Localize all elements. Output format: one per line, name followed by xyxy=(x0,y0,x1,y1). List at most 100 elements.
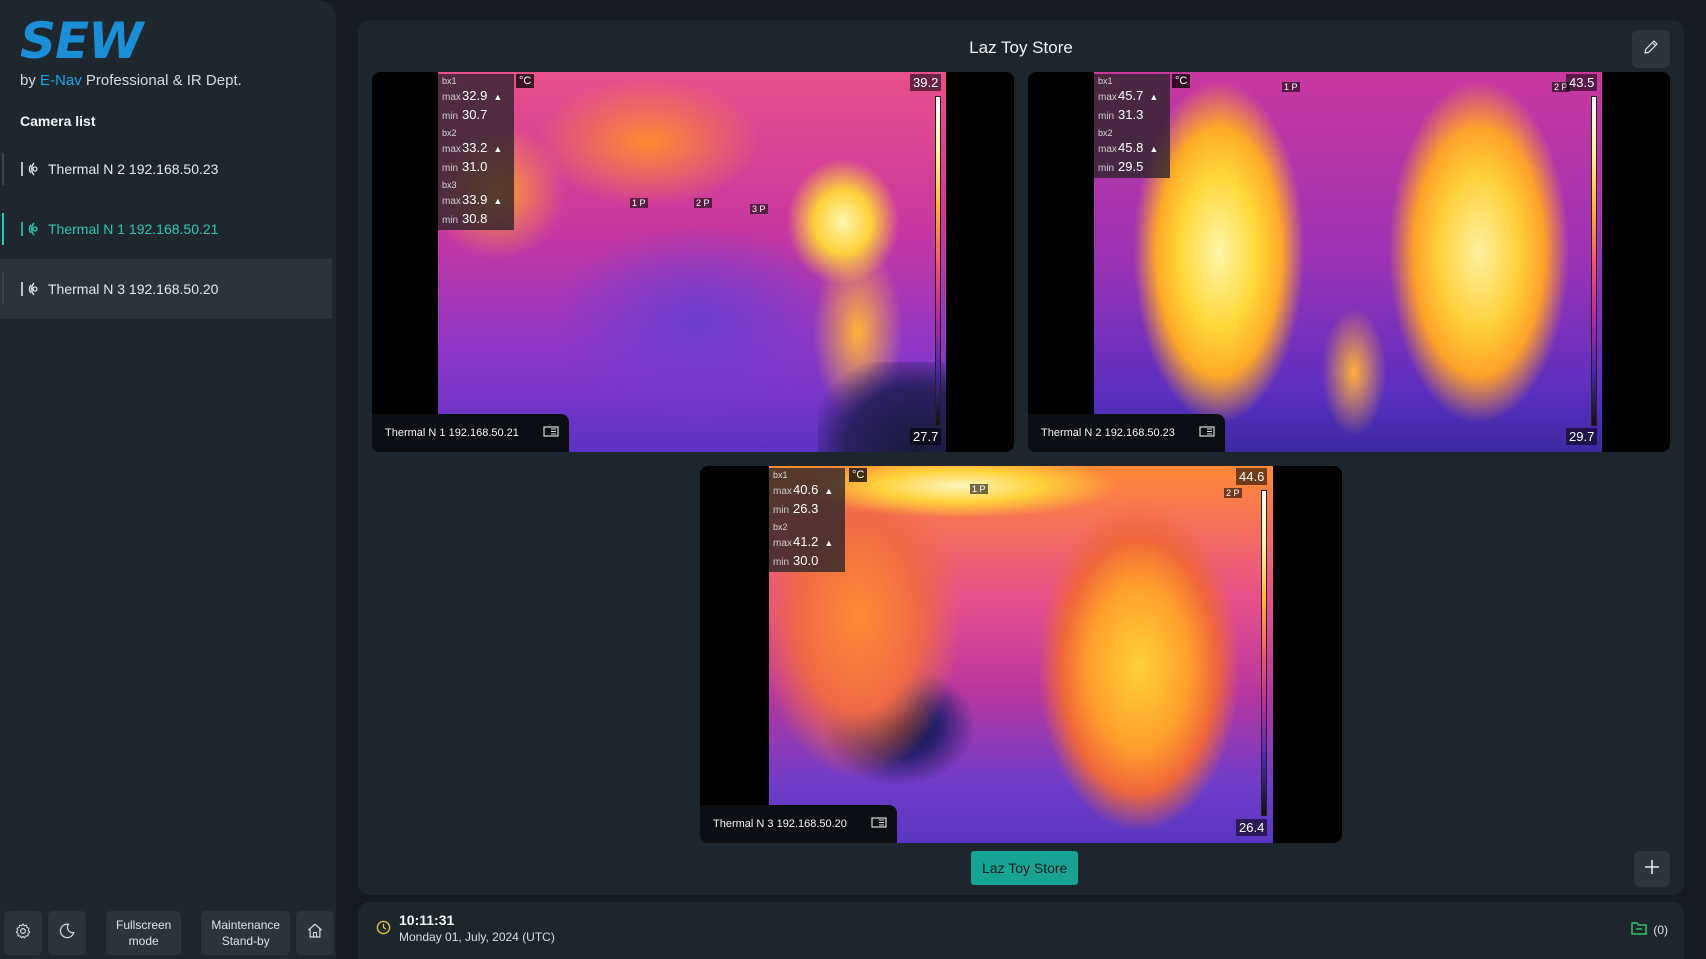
screen-icon[interactable] xyxy=(1199,425,1215,441)
max-value: 41.2 xyxy=(793,534,819,549)
sidebar: SEW by E-Nav Professional & IR Dept. Cam… xyxy=(0,0,336,959)
min-value: 30.8 xyxy=(462,211,488,226)
tile-label: Thermal N 3 192.168.50.20 xyxy=(700,805,897,843)
fullscreen-label-1: Fullscreen xyxy=(116,918,172,932)
night-mode-button[interactable] xyxy=(48,911,86,955)
camera-label: Thermal N 1 192.168.50.21 xyxy=(48,221,219,237)
min-key: min xyxy=(773,557,790,568)
screen-icon[interactable] xyxy=(871,816,887,832)
camera-list-item-selected[interactable]: Thermal N 3 192.168.50.20 xyxy=(0,259,332,319)
settings-button[interactable] xyxy=(4,911,42,955)
max-key: max xyxy=(442,144,461,155)
min-value: 26.3 xyxy=(793,501,819,516)
add-button[interactable] xyxy=(1634,851,1670,887)
max-value: 33.2 xyxy=(462,140,488,155)
gear-icon xyxy=(14,922,32,945)
fullscreen-mode-button[interactable]: Fullscreen mode xyxy=(106,911,182,955)
camera-label: Thermal N 3 192.168.50.20 xyxy=(48,281,219,297)
min-value: 30.0 xyxy=(793,553,819,568)
min-value: 31.0 xyxy=(462,159,488,174)
unit-label: °C xyxy=(1172,74,1191,88)
point-marker: 2 P xyxy=(694,198,712,208)
temperature-scale-bar xyxy=(935,96,941,426)
max-key: max xyxy=(773,486,792,497)
box-name: bx2 xyxy=(442,128,457,138)
camera-list-item-active[interactable]: Thermal N 1 192.168.50.21 xyxy=(0,199,332,259)
item-indicator xyxy=(2,153,4,185)
camera-list: Thermal N 2 192.168.50.23 Thermal N 1 19… xyxy=(0,139,332,319)
thermal-image-2[interactable] xyxy=(1094,72,1602,452)
home-button[interactable] xyxy=(296,911,335,955)
box-name: bx1 xyxy=(1098,76,1113,86)
max-key: max xyxy=(442,92,461,103)
alarm-status[interactable]: (0) xyxy=(1631,921,1668,938)
min-temp-label: 27.7 xyxy=(910,428,942,445)
box-name: bx2 xyxy=(773,522,788,532)
edit-icon xyxy=(1642,38,1660,61)
logo-wordmark: SEW xyxy=(20,12,143,70)
logo: SEW by E-Nav Professional & IR Dept. xyxy=(20,16,242,89)
item-indicator xyxy=(2,273,4,305)
camera-tile-3[interactable]: bx1 max 40.6 ▲ min 26.3 bx2 max 41.2 ▲ min 30.… xyxy=(700,466,1342,843)
bell-icon: ▲ xyxy=(1149,92,1159,102)
tile-label: Thermal N 1 192.168.50.21 xyxy=(372,414,569,452)
main-panel: Laz Toy Store bx1 max 32.9 ▲ min 30.7 bx2 m… xyxy=(358,20,1684,895)
maintenance-label-1: Maintenance xyxy=(211,918,281,932)
sidebar-toolbar: Fullscreen mode Maintenance Stand-by xyxy=(4,911,335,955)
min-value: 30.7 xyxy=(462,107,488,122)
min-key: min xyxy=(1098,163,1115,174)
bell-icon: ▲ xyxy=(1149,144,1159,154)
min-key: min xyxy=(442,215,459,226)
logo-subtitle: by E-Nav Professional & IR Dept. xyxy=(20,72,242,89)
clock: 10:11:31 Monday 01, July, 2024 (UTC) xyxy=(376,912,555,945)
measure-box-bx1: bx1 max 32.9 ▲ min 30.7 xyxy=(438,74,514,126)
bell-icon: ▲ xyxy=(824,538,834,548)
store-button[interactable]: Laz Toy Store xyxy=(971,851,1079,885)
max-temp-label: 44.6 xyxy=(1236,468,1268,485)
current-time: 10:11:31 xyxy=(399,912,455,928)
box-name: bx1 xyxy=(773,470,788,480)
measure-box-bx1: bx1 max 40.6 ▲ min 26.3 xyxy=(769,468,845,520)
min-key: min xyxy=(442,111,459,122)
max-key: max xyxy=(442,196,461,207)
plus-icon xyxy=(1644,859,1660,880)
max-value: 45.8 xyxy=(1118,140,1144,155)
min-value: 31.3 xyxy=(1118,107,1144,122)
folder-status-icon xyxy=(1631,921,1648,938)
measure-box-bx2: bx2 max 45.8 ▲ min 29.5 xyxy=(1094,126,1170,178)
edit-button[interactable] xyxy=(1632,30,1670,68)
min-temp-label: 29.7 xyxy=(1566,428,1598,445)
camera-list-title: Camera list xyxy=(20,113,96,129)
maintenance-label-2: Stand-by xyxy=(221,934,270,948)
camera-tile-1[interactable]: bx1 max 32.9 ▲ min 30.7 bx2 max 33.2 ▲ min 31.… xyxy=(372,72,1014,452)
box-max-row: max 45.7 ▲ xyxy=(1098,87,1166,106)
maintenance-standby-button[interactable]: Maintenance Stand-by xyxy=(201,911,291,955)
camera-list-item[interactable]: Thermal N 2 192.168.50.23 xyxy=(0,139,332,199)
point-marker: 3 P xyxy=(750,204,768,214)
temperature-scale-bar xyxy=(1591,96,1597,426)
thermal-camera-icon xyxy=(20,219,46,239)
min-key: min xyxy=(442,163,459,174)
unit-label: °C xyxy=(516,74,535,88)
tile-camera-name: Thermal N 1 192.168.50.21 xyxy=(385,427,519,439)
max-key: max xyxy=(1098,144,1117,155)
measure-box-bx3: bx3 max 33.9 ▲ min 30.8 xyxy=(438,178,514,230)
screen-icon[interactable] xyxy=(543,425,559,441)
tile-camera-name: Thermal N 3 192.168.50.20 xyxy=(713,818,847,830)
max-value: 45.7 xyxy=(1118,88,1144,103)
point-marker: 1 P xyxy=(1282,82,1300,92)
unit-label: °C xyxy=(849,468,868,482)
box-max-row: max 32.9 ▲ xyxy=(442,87,510,106)
current-date: Monday 01, July, 2024 (UTC) xyxy=(399,930,555,944)
measure-box-bx2: bx2 max 33.2 ▲ min 31.0 xyxy=(438,126,514,178)
box-name: bx2 xyxy=(1098,128,1113,138)
logo-dept: Professional & IR Dept. xyxy=(85,72,242,89)
box-max-row: max 45.8 ▲ xyxy=(1098,139,1166,158)
camera-label: Thermal N 2 192.168.50.23 xyxy=(48,161,219,177)
thermal-camera-icon xyxy=(20,159,46,179)
box-min-row: min 29.5 xyxy=(1098,158,1166,177)
box-min-row: min 30.7 xyxy=(442,106,510,125)
thermal-image-1[interactable] xyxy=(438,72,946,452)
camera-tile-2[interactable]: bx1 max 45.7 ▲ min 31.3 bx2 max 45.8 ▲ min 29.… xyxy=(1028,72,1670,452)
box-max-row: max 41.2 ▲ xyxy=(773,533,841,552)
